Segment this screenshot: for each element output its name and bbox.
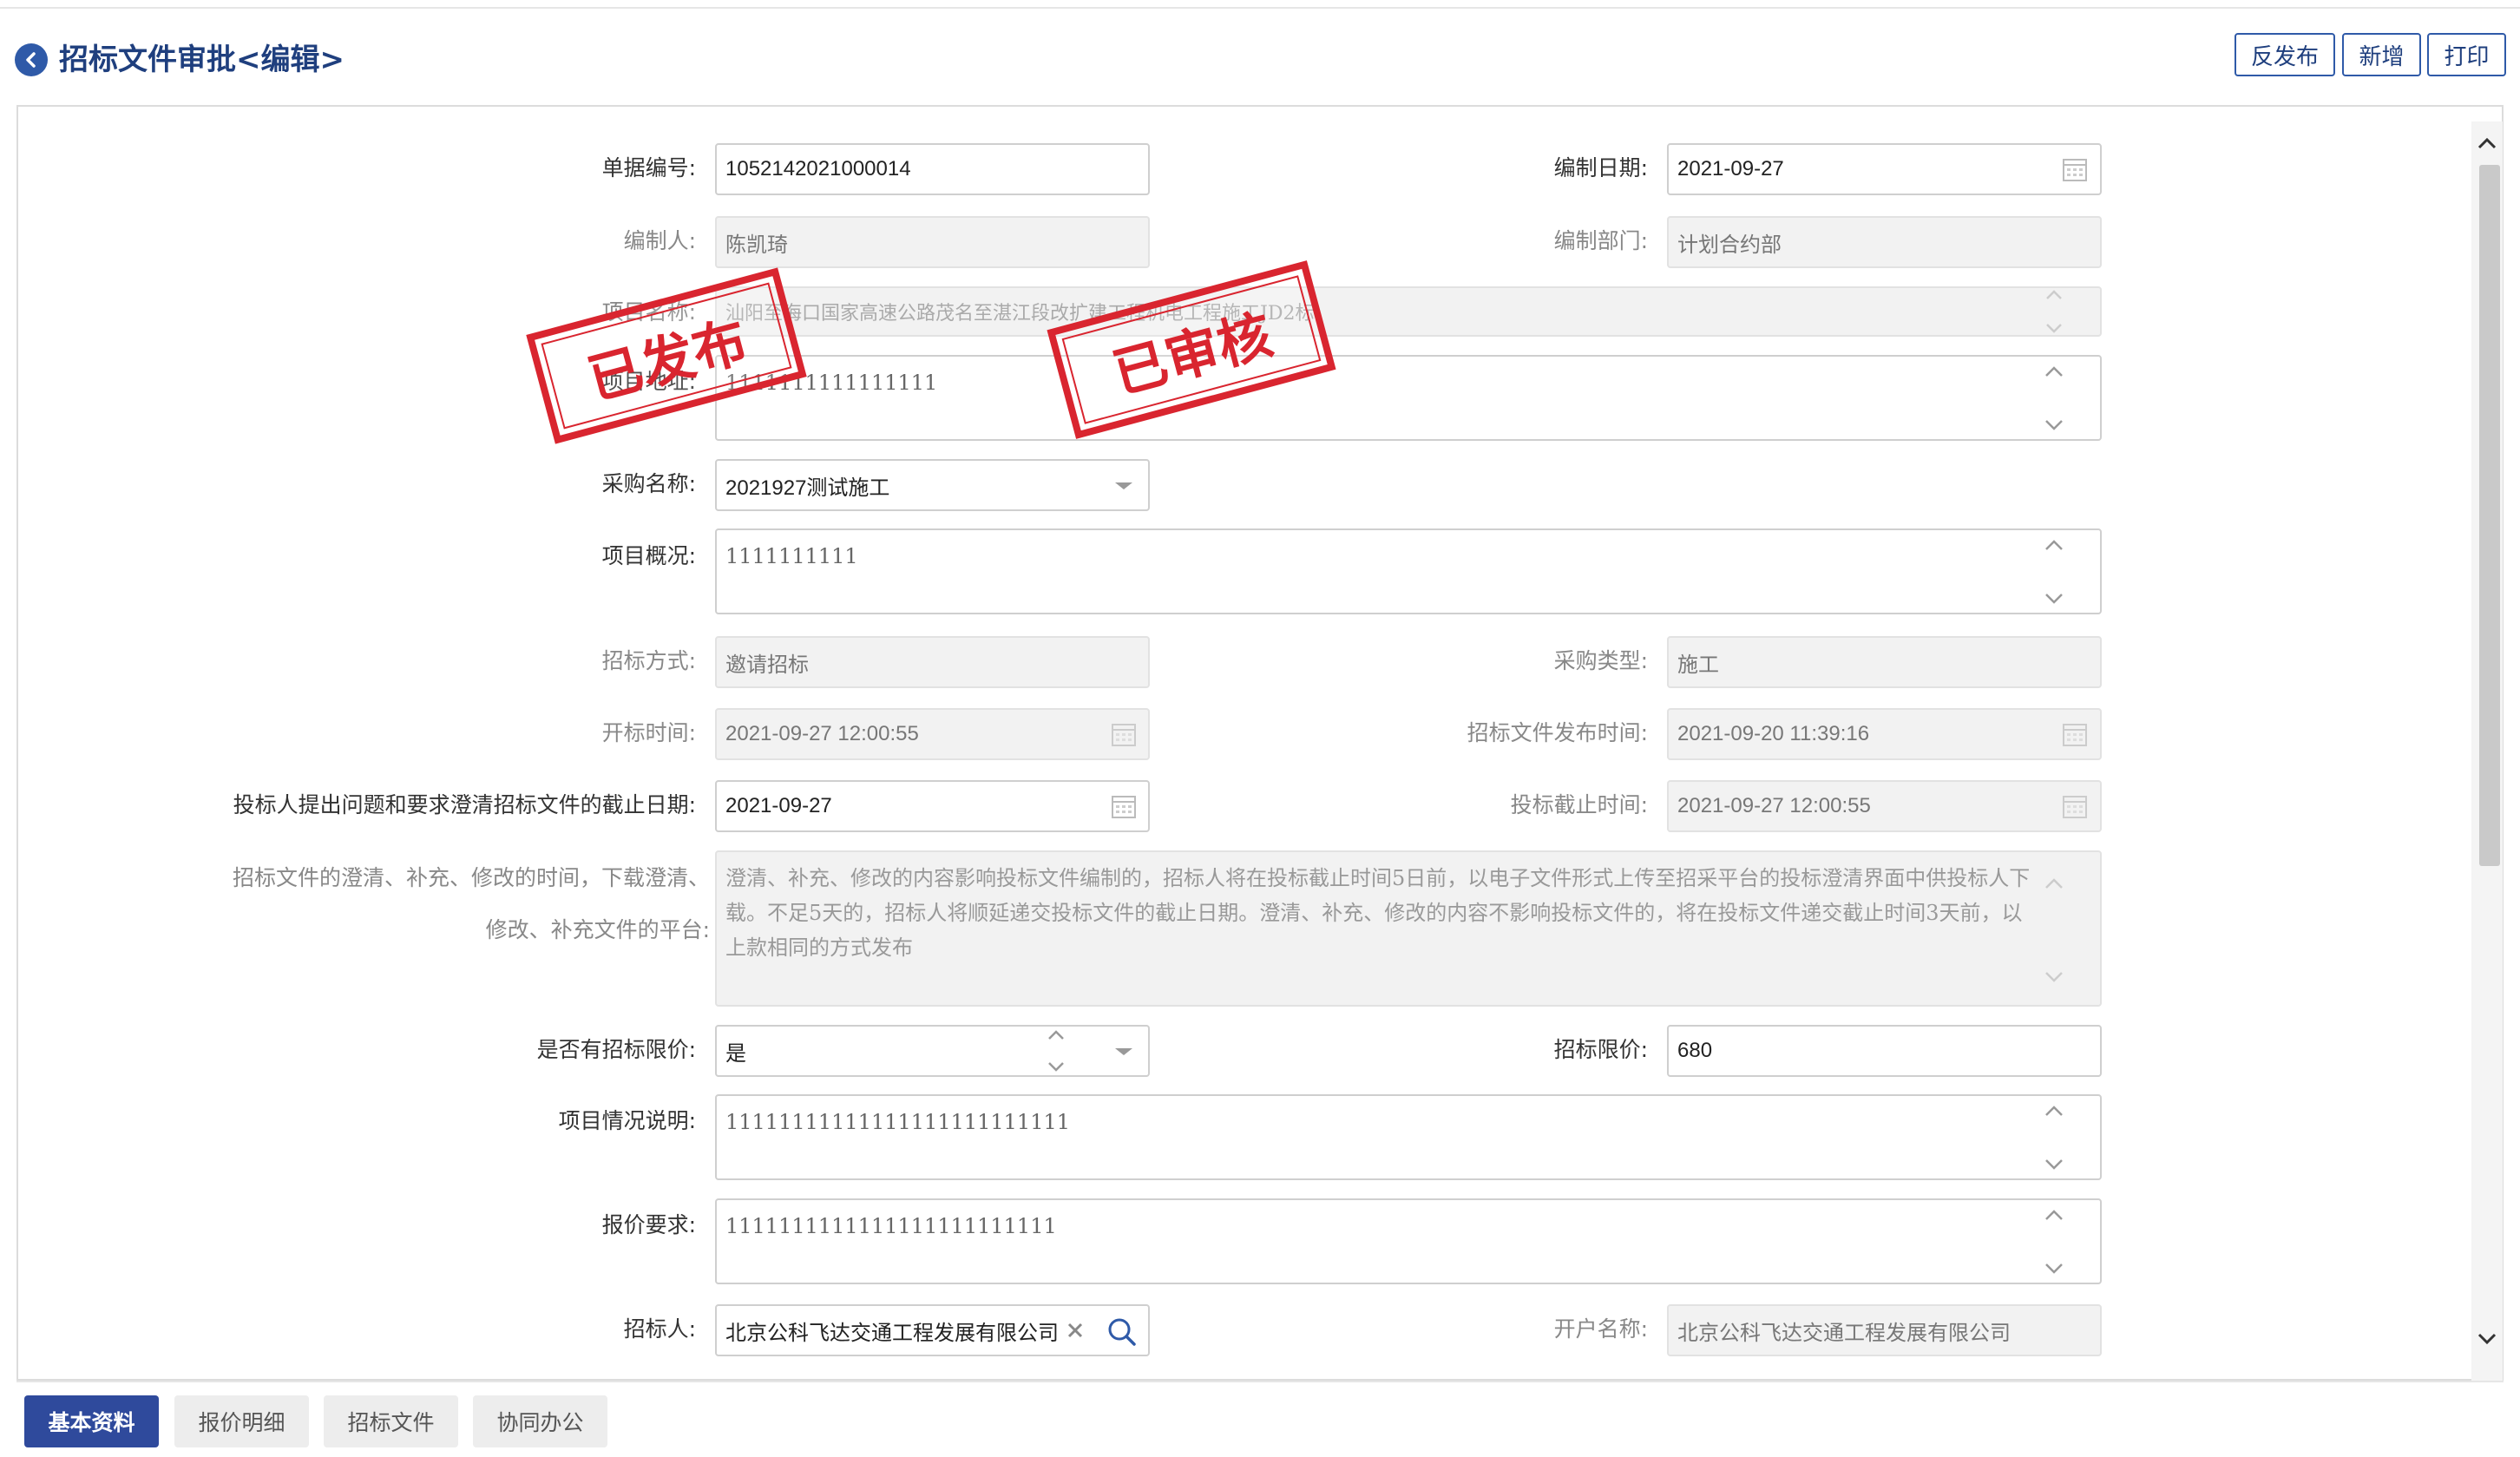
doc-no-field[interactable]: 1052142021000014 (715, 143, 1150, 195)
chevron-down-icon (2045, 594, 2063, 604)
project-overview-field[interactable]: 1111111111 (715, 528, 2102, 614)
purchase-name-select[interactable]: 2021927测试施工 (715, 459, 1150, 511)
scroll-down-icon[interactable] (2474, 1326, 2500, 1352)
department-field: 计划合约部 (1667, 216, 2102, 268)
project-desc-field[interactable]: 11111111111111111111111111 (715, 1094, 2102, 1180)
project-desc-spinner[interactable] (2041, 1104, 2067, 1172)
calendar-icon (2063, 796, 2087, 818)
clear-icon[interactable] (1066, 1321, 1085, 1340)
limit-price-label: 招标限价: (1553, 1037, 1648, 1062)
chevron-down-icon (2046, 324, 2062, 333)
chevron-down-icon (2045, 972, 2063, 982)
dropdown-arrow-icon[interactable] (1115, 1048, 1132, 1055)
chevron-up-icon (1048, 1030, 1064, 1040)
has-limit-spinner[interactable] (1043, 1029, 1069, 1073)
clarify-platform-label: 招标文件的澄清、补充、修改的时间，下载澄清、修改、补充文件的平台: (232, 865, 710, 942)
calendar-icon (2063, 724, 2087, 746)
calendar-icon[interactable] (1111, 793, 1137, 819)
chevron-down-icon (1048, 1062, 1064, 1072)
dropdown-arrow-icon[interactable] (1115, 482, 1132, 489)
project-address-field[interactable]: 1111111111111111 (715, 355, 2102, 441)
quote-req-spinner[interactable] (2041, 1208, 2067, 1276)
purchase-type-field: 施工 (1667, 636, 2102, 688)
purchase-type-label: 采购类型: (1553, 648, 1648, 673)
purchase-name-label: 采购名称: (601, 471, 696, 496)
top-divider (0, 0, 2520, 9)
publish-time-label: 招标文件发布时间: (1467, 720, 1648, 745)
tender-method-field: 邀请招标 (715, 636, 1150, 688)
compiler-field: 陈凯琦 (715, 216, 1150, 268)
page-title: 招标文件审批<编辑> (59, 43, 345, 77)
chevron-down-icon (2045, 1263, 2063, 1274)
bid-deadline-label: 投标截止时间: (1510, 792, 1648, 817)
has-limit-select[interactable]: 是 (715, 1025, 1150, 1077)
project-desc-label: 项目情况说明: (558, 1108, 696, 1133)
department-label: 编制部门: (1553, 228, 1648, 253)
clarify-platform-field: 澄清、补充、修改的内容影响投标文件编制的，招标人将在投标截止时间5日前，以电子文… (715, 850, 2102, 1007)
chevron-down-icon (2045, 420, 2063, 430)
chevron-up-icon (2045, 540, 2063, 550)
clarify-deadline-label: 投标人提出问题和要求澄清招标文件的截止日期: (233, 792, 696, 817)
project-name-field: 汕阳至海口国家高速公路茂名至湛江段改扩建工程机电工程施工JD2标 (715, 286, 2102, 337)
search-icon[interactable] (1106, 1316, 1138, 1348)
chevron-up-icon (2046, 290, 2062, 299)
chevron-down-icon (2045, 1159, 2063, 1170)
quote-req-label: 报价要求: (601, 1212, 696, 1237)
calendar-icon (1112, 724, 1136, 746)
print-button[interactable]: 打印 (2427, 33, 2506, 76)
project-overview-spinner[interactable] (2041, 538, 2067, 606)
scrollbar-thumb[interactable] (2479, 165, 2500, 866)
project-name-spinner (2041, 289, 2067, 334)
chevron-up-icon (2045, 1210, 2063, 1220)
tender-method-label: 招标方式: (601, 648, 696, 673)
doc-no-label: 单据编号: (601, 155, 696, 180)
unpublish-button[interactable]: 反发布 (2235, 33, 2335, 76)
tab-basic-info[interactable]: 基本资料 (24, 1395, 159, 1447)
compiler-label: 编制人: (623, 228, 696, 253)
bid-deadline-field: 2021-09-27 12:00:55 (1667, 780, 2102, 832)
chevron-up-icon (2045, 878, 2063, 889)
clarify-deadline-field[interactable]: 2021-09-27 (715, 780, 1150, 832)
add-button[interactable]: 新增 (2342, 33, 2421, 76)
tenderer-label: 招标人: (623, 1316, 696, 1342)
clarify-platform-spinner (2041, 876, 2067, 984)
tab-quote-detail[interactable]: 报价明细 (174, 1395, 309, 1447)
compile-date-field[interactable]: 2021-09-27 (1667, 143, 2102, 195)
tab-collaboration[interactable]: 协同办公 (473, 1395, 607, 1447)
project-overview-label: 项目概况: (601, 543, 696, 568)
project-address-spinner[interactable] (2041, 364, 2067, 432)
chevron-up-icon (2045, 366, 2063, 377)
limit-price-field[interactable]: 680 (1667, 1025, 2102, 1077)
account-name-label: 开户名称: (1553, 1316, 1648, 1342)
open-time-field: 2021-09-27 12:00:55 (715, 708, 1150, 760)
compile-date-label: 编制日期: (1553, 155, 1648, 180)
open-time-label: 开标时间: (601, 720, 696, 745)
publish-time-field: 2021-09-20 11:39:16 (1667, 708, 2102, 760)
chevron-up-icon (2045, 1106, 2063, 1116)
has-limit-label: 是否有招标限价: (536, 1037, 696, 1062)
quote-req-field[interactable]: 1111111111111111111111111 (715, 1198, 2102, 1284)
tab-tender-document[interactable]: 招标文件 (324, 1395, 458, 1447)
calendar-icon[interactable] (2062, 156, 2088, 182)
account-name-field: 北京公科飞达交通工程发展有限公司 (1667, 1304, 2102, 1356)
scroll-up-icon[interactable] (2474, 130, 2500, 156)
back-icon[interactable] (15, 43, 48, 76)
